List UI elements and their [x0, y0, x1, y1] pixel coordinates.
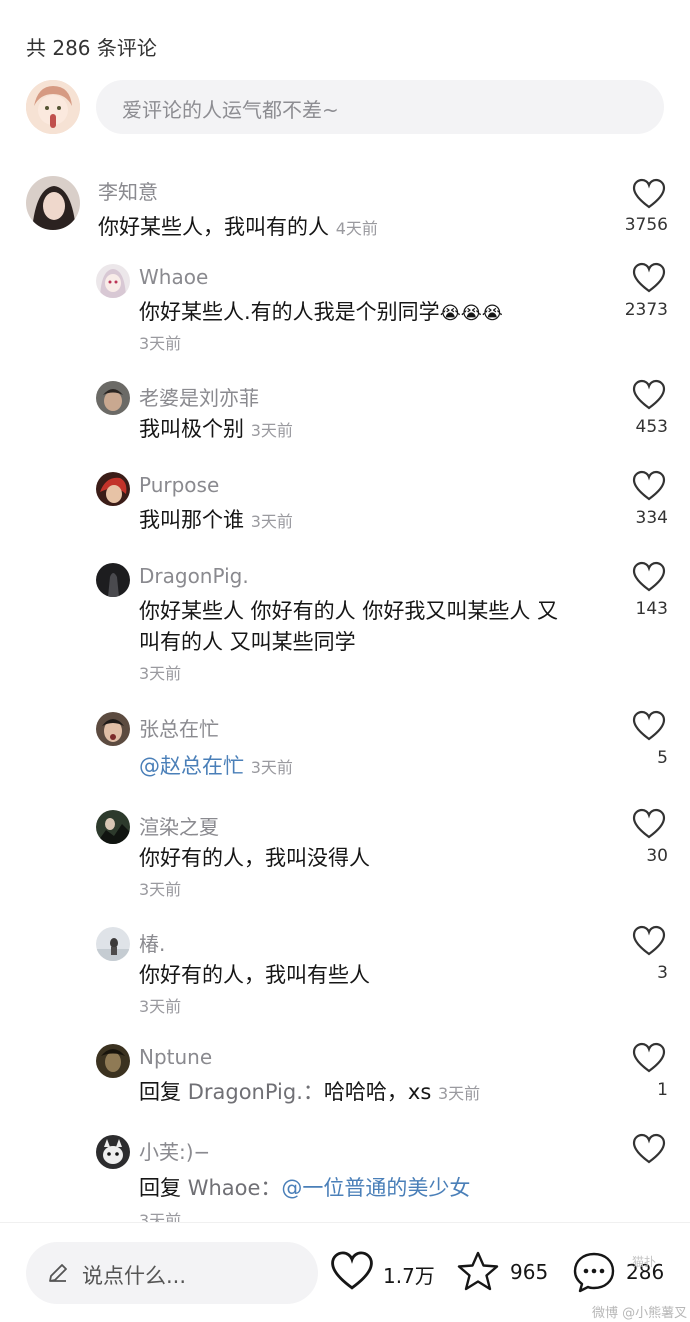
- heart-icon[interactable]: [632, 1133, 666, 1165]
- comment-input-placeholder: 爱评论的人运气都不差~: [122, 98, 339, 122]
- comment-button[interactable]: 286: [572, 1250, 672, 1296]
- avatar[interactable]: [96, 810, 130, 844]
- comment-input-placeholder: 说点什么...: [82, 1264, 187, 1288]
- like-count: 334: [635, 508, 668, 528]
- avatar[interactable]: [96, 381, 130, 415]
- heart-icon[interactable]: [632, 1042, 666, 1074]
- watermark-mop: 猫扑: [632, 1255, 657, 1269]
- heart-icon[interactable]: [632, 925, 666, 957]
- avatar[interactable]: [96, 472, 130, 506]
- comment-text: 我叫那个谁 3天前: [139, 508, 293, 532]
- mention-link[interactable]: @赵总在忙: [139, 754, 244, 778]
- comment-time: 3天前: [437, 1084, 481, 1103]
- comment-text: 你好有的人，我叫没得人: [139, 846, 370, 870]
- comment-time: 3天前: [139, 880, 182, 899]
- heart-icon[interactable]: [632, 808, 666, 840]
- comment-username[interactable]: Whaoe: [139, 265, 208, 289]
- comment-input-bottom[interactable]: 说点什么...: [26, 1242, 318, 1304]
- favorite-button[interactable]: 965: [456, 1250, 556, 1296]
- like-count: 5: [657, 748, 668, 768]
- comment-username[interactable]: 老婆是刘亦菲: [139, 382, 259, 411]
- like-count: 2373: [624, 300, 668, 320]
- heart-icon[interactable]: [632, 470, 666, 502]
- comment-text: 你好有的人，我叫有些人: [139, 963, 370, 987]
- comment-username[interactable]: 小芙:)−: [139, 1136, 210, 1165]
- comment-text: 回复 DragonPig.：哈哈哈，xs 3天前: [139, 1080, 481, 1104]
- crying-emoji-icon: 😭😭😭: [439, 303, 503, 324]
- top-composer: 爱评论的人运气都不差~: [26, 80, 666, 134]
- avatar[interactable]: [26, 80, 80, 134]
- avatar[interactable]: [96, 927, 130, 961]
- comment-text-line1: 你好某些人 你好有的人 你好我又叫某些人 又: [139, 599, 559, 623]
- like-button[interactable]: 1.7万: [330, 1250, 435, 1296]
- comment-time: 3天前: [250, 758, 293, 777]
- comment-text: 我叫极个别 3天前: [139, 417, 293, 441]
- pencil-icon: [49, 1264, 67, 1282]
- heart-icon[interactable]: [632, 710, 666, 742]
- reply-target-link[interactable]: DragonPig.：: [188, 1080, 324, 1104]
- comment-username[interactable]: Purpose: [139, 473, 219, 497]
- comment-time: 3天前: [139, 664, 182, 683]
- heart-icon[interactable]: [632, 262, 666, 294]
- like-count: 143: [635, 599, 668, 619]
- avatar[interactable]: [96, 264, 130, 298]
- like-total: 1.7万: [383, 1264, 435, 1288]
- avatar[interactable]: [96, 712, 130, 746]
- watermark: 微博 @小熊薯叉: [592, 1306, 688, 1321]
- comment-input-top[interactable]: 爱评论的人运气都不差~: [96, 80, 664, 134]
- comment-text: @赵总在忙 3天前: [139, 749, 293, 785]
- bottom-action-bar: 说点什么... 1.7万 965 286: [0, 1222, 690, 1322]
- comment-time: 3天前: [250, 512, 293, 531]
- comment-username[interactable]: 张总在忙: [139, 713, 219, 742]
- favorite-total: 965: [510, 1260, 549, 1284]
- star-icon: [457, 1251, 499, 1291]
- like-count: 1: [657, 1080, 668, 1100]
- mention-link[interactable]: @一位普通的美少女: [281, 1176, 470, 1200]
- like-count: 453: [635, 417, 668, 437]
- like-count: 30: [646, 846, 668, 866]
- heart-icon[interactable]: [632, 178, 666, 210]
- comment-time: 3天前: [139, 997, 182, 1016]
- reply-target-link[interactable]: Whaoe：: [188, 1176, 282, 1200]
- comment-time: 3天前: [250, 421, 293, 440]
- avatar[interactable]: [96, 1044, 130, 1078]
- comment-username[interactable]: 椿.: [139, 928, 165, 957]
- like-count: 3756: [624, 215, 668, 235]
- comment-text: 回复 Whaoe：@一位普通的美少女: [139, 1176, 471, 1200]
- comment-username[interactable]: 渲染之夏: [139, 811, 219, 840]
- comment-username[interactable]: 李知意: [98, 176, 158, 205]
- comment-count-title: 共 286 条评论: [26, 36, 157, 60]
- avatar[interactable]: [96, 563, 130, 597]
- heart-icon: [331, 1251, 373, 1290]
- comment-username[interactable]: Nptune: [139, 1045, 212, 1069]
- chat-bubble-icon: [573, 1252, 615, 1293]
- comment-username[interactable]: DragonPig.: [139, 564, 249, 588]
- avatar[interactable]: [26, 176, 80, 230]
- like-count: 3: [657, 963, 668, 983]
- avatar[interactable]: [96, 1135, 130, 1169]
- comment-text: 你好某些人，我叫有的人 4天前: [98, 215, 378, 239]
- comment-text-line2: 叫有的人 又叫某些同学: [139, 630, 356, 654]
- comment-time: 3天前: [139, 334, 182, 353]
- heart-icon[interactable]: [632, 561, 666, 593]
- comment-text: 你好某些人.有的人我是个别同学😭😭😭: [139, 300, 503, 324]
- heart-icon[interactable]: [632, 379, 666, 411]
- comment-time: 4天前: [335, 219, 378, 238]
